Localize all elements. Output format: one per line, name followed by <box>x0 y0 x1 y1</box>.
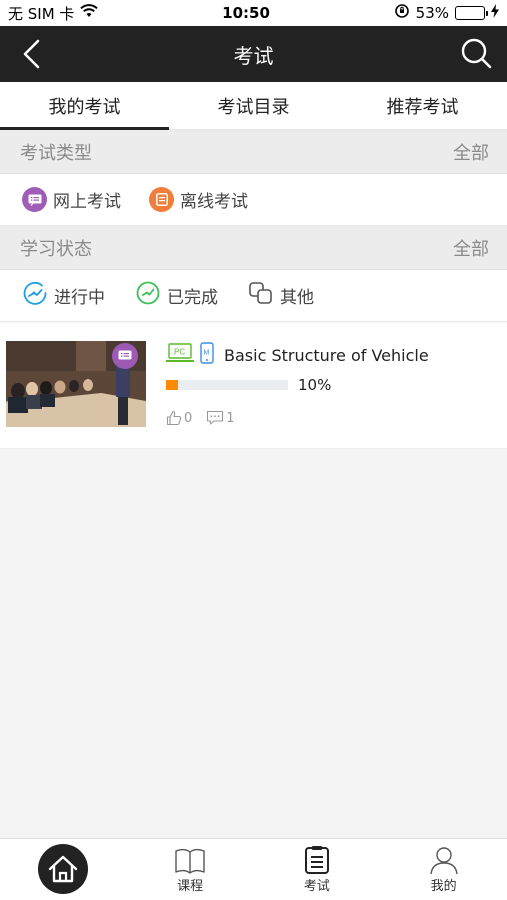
comment-icon <box>207 410 224 425</box>
tab-exam-catalog[interactable]: 考试目录 <box>169 82 338 129</box>
filter-other[interactable]: 其他 <box>248 280 314 311</box>
study-status-header: 学习状态 全部 <box>0 226 507 270</box>
mobile-label: M <box>204 350 210 357</box>
status-bar: 无 SIM 卡 10:50 53% <box>0 0 507 26</box>
home-icon <box>38 843 89 894</box>
tabbar-courses[interactable]: 课程 <box>127 839 254 900</box>
course-thumbnail[interactable] <box>6 341 146 427</box>
user-icon <box>429 847 458 875</box>
back-button[interactable] <box>18 38 48 70</box>
study-status-all-button[interactable]: 全部 <box>453 235 489 261</box>
filter-in-progress[interactable]: 进行中 <box>22 280 105 311</box>
online-exam-badge-icon <box>112 343 138 369</box>
tab-label: 考试目录 <box>217 96 290 118</box>
nav-bar: 考试 <box>0 26 507 82</box>
thumbs-up-icon <box>166 410 182 426</box>
tab-label: 我的考试 <box>48 96 121 118</box>
progress-bar-fill <box>166 380 179 390</box>
filter-label: 离线考试 <box>180 192 248 212</box>
tabbar-label: 考试 <box>303 879 330 894</box>
filter-label: 进行中 <box>54 288 105 308</box>
filter-label: 网上考试 <box>53 192 121 212</box>
list-item[interactable]: PC M Basic Structure of Vehicle 10% 0 1 <box>0 323 507 449</box>
filter-completed[interactable]: 已完成 <box>135 280 218 311</box>
tabbar-profile[interactable]: 我的 <box>380 839 507 900</box>
tab-bar: 我的考试 考试目录 推荐考试 <box>0 82 507 130</box>
like-count: 0 <box>184 410 193 426</box>
course-info: PC M Basic Structure of Vehicle 10% 0 1 <box>146 341 501 430</box>
bottom-tab-bar: 课程 考试 我的 <box>0 838 507 900</box>
filter-offline-exam[interactable]: 离线考试 <box>149 187 248 212</box>
exam-type-all-button[interactable]: 全部 <box>453 139 489 165</box>
tabbar-label: 我的 <box>430 879 457 894</box>
completed-icon <box>135 280 161 311</box>
chevron-left-icon <box>23 39 40 69</box>
course-title[interactable]: Basic Structure of Vehicle <box>224 346 429 365</box>
status-time: 10:50 <box>222 4 270 22</box>
online-exam-icon <box>22 187 47 212</box>
progress-bar <box>166 380 288 390</box>
exam-type-header: 考试类型 全部 <box>0 130 507 174</box>
pc-label: PC <box>174 348 185 357</box>
stats-row: 0 1 <box>166 410 501 426</box>
other-icon <box>248 280 274 311</box>
comment-count: 1 <box>226 410 235 426</box>
in-progress-icon <box>22 280 48 311</box>
like-button[interactable]: 0 <box>166 410 192 426</box>
page-title: 考试 <box>233 43 274 68</box>
study-status-title: 学习状态 <box>20 238 92 260</box>
battery-icon <box>455 6 488 20</box>
carrier-label: 无 SIM 卡 <box>8 4 75 23</box>
comment-button[interactable]: 1 <box>206 410 235 426</box>
pc-platform-icon: PC <box>166 343 194 367</box>
book-icon <box>175 848 205 874</box>
progress-text: 10% <box>298 376 332 394</box>
filter-label: 其他 <box>280 288 314 308</box>
study-status-filters: 进行中 已完成 其他 <box>0 270 507 322</box>
tabbar-label: 课程 <box>177 879 204 894</box>
mobile-platform-icon: M <box>200 342 214 368</box>
offline-exam-icon <box>149 187 174 212</box>
battery-percent: 53% <box>415 4 449 22</box>
status-left: 无 SIM 卡 <box>8 3 99 24</box>
tab-label: 推荐考试 <box>386 96 459 118</box>
tab-my-exams[interactable]: 我的考试 <box>0 82 169 130</box>
filter-label: 已完成 <box>167 288 218 308</box>
wifi-icon <box>80 4 99 22</box>
search-button[interactable] <box>459 36 493 70</box>
progress-row: 10% <box>166 376 501 394</box>
tabbar-exams[interactable]: 考试 <box>254 839 381 900</box>
tab-recommended-exams[interactable]: 推荐考试 <box>338 82 507 129</box>
exam-icon <box>304 846 329 874</box>
exam-type-title: 考试类型 <box>20 142 92 164</box>
search-icon <box>461 38 492 69</box>
course-title-row: PC M Basic Structure of Vehicle <box>166 342 501 368</box>
filter-online-exam[interactable]: 网上考试 <box>22 187 121 212</box>
exam-type-filters: 网上考试 离线考试 <box>0 174 507 226</box>
orientation-lock-icon <box>394 3 410 23</box>
status-right: 53% <box>394 3 499 23</box>
charging-icon <box>491 4 499 22</box>
tabbar-home[interactable] <box>0 839 127 900</box>
